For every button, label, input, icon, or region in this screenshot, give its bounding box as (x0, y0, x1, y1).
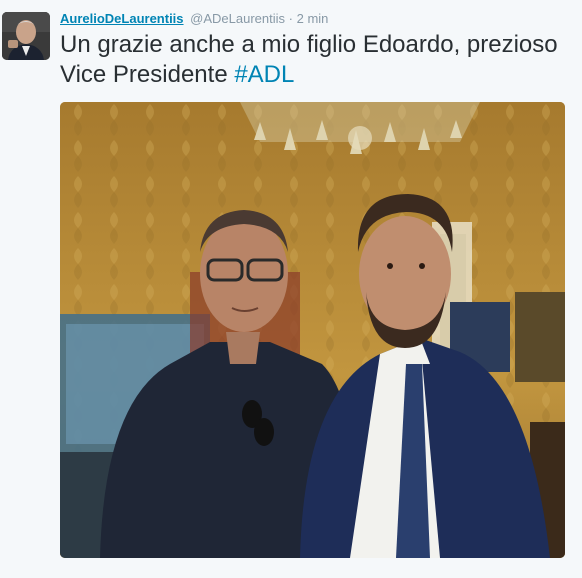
tweet-media-photo[interactable] (60, 102, 565, 558)
header-separator: · (288, 11, 293, 26)
tweet-header: AurelioDeLaurentiis @ADeLaurentiis · 2 m… (60, 10, 572, 28)
tweet-timestamp-link[interactable]: 2 min (297, 11, 329, 26)
avatar-photo-icon (2, 12, 50, 60)
photo-icon (60, 102, 565, 558)
author-username-link[interactable]: @ADeLaurentiis (190, 11, 285, 26)
hashtag-link[interactable]: #ADL (234, 61, 294, 88)
tweet-text-body: Un grazie anche a mio figlio Edoardo, pr… (60, 31, 558, 88)
tweet-text: Un grazie anche a mio figlio Edoardo, pr… (60, 30, 565, 90)
author-fullname-link[interactable]: AurelioDeLaurentiis (60, 11, 184, 26)
author-avatar[interactable] (2, 12, 50, 60)
tweet-card[interactable]: AurelioDeLaurentiis @ADeLaurentiis · 2 m… (0, 0, 582, 578)
